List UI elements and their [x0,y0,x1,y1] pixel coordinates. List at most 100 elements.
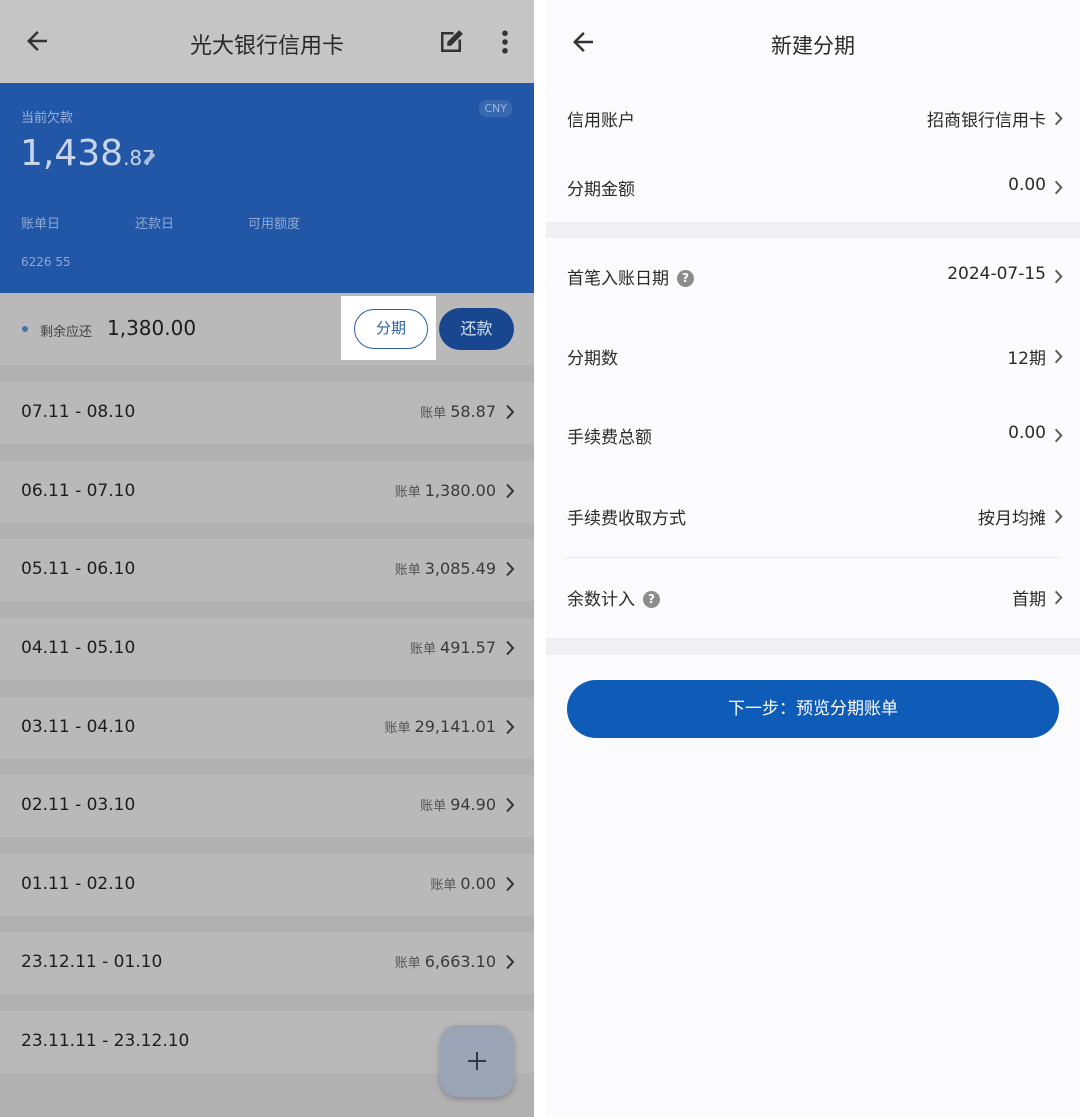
form-row[interactable]: 信用账户 招商银行信用卡 [546,84,1080,154]
bill-label: 账单 [420,406,447,421]
field-label: 分期数 [567,344,618,369]
bill-amount-value: 58.87 [450,402,496,421]
debt-label: 当前欠款 [21,111,74,126]
card-number: 6226 55 [21,255,71,269]
right-screen: 新建分期 信用账户 招商银行信用卡分期金额 0.00 首笔入账日期? 2024-07-1… [546,0,1080,1117]
form-row[interactable]: 首笔入账日期? 2024-07-15 [546,242,1080,312]
bill-label: 账单 [394,956,421,971]
chevron-right-icon [504,719,516,735]
bill-period: 02.11 - 03.10 [21,795,136,815]
bill-period: 03.11 - 04.10 [21,717,136,737]
field-label-text: 首笔入账日期 [567,269,669,289]
bill-period: 23.11.11 - 23.12.10 [21,1031,190,1051]
chevron-right-icon [504,404,516,420]
field-label-text: 手续费总额 [567,428,652,448]
bill-label: 账单 [410,642,437,657]
field-value: 首期 [1012,590,1046,610]
bill-day-label: 账单日 [21,217,61,232]
form-row[interactable]: 余数计入? 首期 [546,563,1080,633]
field-value: 0.00 [1008,175,1046,195]
field-label-text: 信用账户 [567,111,635,131]
chevron-right-icon [504,876,516,892]
field-value: 12期 [1007,349,1046,369]
field-value: 招商银行信用卡 [927,111,1046,131]
bill-label: 账单 [394,563,421,578]
bill-row[interactable]: 03.11 - 04.10 账单 29,141.01 [0,697,534,759]
left-screen: 光大银行信用卡 当前欠款 CNY 1,438.87 账单日 还款日 可用额度 6… [0,0,534,1117]
bill-amount: 账单 0.00 [430,874,496,893]
chevron-right-icon [504,561,516,577]
bill-amount: 账单 29,141.01 [385,717,496,736]
repay-button[interactable]: 还款 [439,308,514,350]
installment-button[interactable]: 分期 [354,309,428,349]
next-preview-button[interactable]: 下一步：预览分期账单 [567,680,1059,738]
bill-row[interactable]: 02.11 - 03.10 账单 94.90 [0,775,534,837]
bullet-dot [22,326,28,332]
form-row[interactable]: 分期数 12期 [546,322,1080,392]
top-app-bar: 光大银行信用卡 [0,0,534,83]
chevron-right-icon [504,483,516,499]
page-title: 新建分期 [771,34,855,58]
help-icon[interactable]: ? [677,270,694,287]
bill-amount-value: 29,141.01 [414,717,496,736]
field-label: 手续费总额 [567,423,652,448]
bill-amount: 账单 6,663.10 [395,952,496,971]
panel-divider [534,0,546,1117]
bill-amount: 账单 1,380.00 [395,481,496,500]
add-fab-button[interactable] [440,1025,514,1097]
field-label: 手续费收取方式 [567,504,686,529]
bill-period: 23.12.11 - 01.10 [21,952,163,972]
bill-row[interactable]: 06.11 - 07.10 账单 1,380.00 [0,461,534,523]
field-label: 余数计入? [567,585,660,610]
bill-amount-value: 3,085.49 [424,559,496,578]
row-divider [566,557,1060,558]
credit-limit-label: 可用额度 [248,217,301,232]
field-label-text: 分期金额 [567,180,635,200]
field-label-text: 分期数 [567,349,618,369]
chevron-right-icon [1053,590,1064,605]
field-label: 分期金额 [567,175,635,200]
bill-amount-value: 1,380.00 [424,481,496,500]
help-icon[interactable]: ? [643,591,660,608]
field-value: 0.00 [1008,423,1046,443]
field-label: 首笔入账日期? [567,264,694,289]
repay-day-label: 还款日 [135,217,175,232]
currency-badge: CNY [479,100,512,117]
chevron-right-icon [1053,349,1064,364]
bill-label: 账单 [394,485,421,500]
bill-amount-value: 0.00 [460,874,496,893]
form-row[interactable]: 分期金额 0.00 [546,153,1080,223]
field-value: 按月均摊 [978,509,1046,529]
bill-label: 账单 [420,799,447,814]
bill-row[interactable]: 23.12.11 - 01.10 账单 6,663.10 [0,932,534,994]
field-label-text: 余数计入 [567,590,635,610]
chevron-right-icon [1053,180,1064,195]
card-summary: 当前欠款 CNY 1,438.87 账单日 还款日 可用额度 6226 55 [0,83,534,293]
chevron-right-icon [504,954,516,970]
bill-amount-value: 6,663.10 [424,952,496,971]
form-row[interactable]: 手续费收取方式 按月均摊 [546,482,1080,552]
bill-amount-value: 94.90 [450,795,496,814]
chevron-right-icon [1053,509,1064,524]
bill-amount-value: 491.57 [440,638,496,657]
bill-period: 06.11 - 07.10 [21,481,136,501]
bill-row[interactable]: 07.11 - 08.10 账单 58.87 [0,382,534,444]
form-row[interactable]: 手续费总额 0.00 [546,401,1080,471]
bill-row[interactable]: 04.11 - 05.10 账单 491.57 [0,618,534,680]
bill-label: 账单 [430,878,457,893]
bill-period: 04.11 - 05.10 [21,638,136,658]
bill-period: 01.11 - 02.10 [21,874,136,894]
field-value: 2024-07-15 [947,264,1046,284]
chevron-right-icon [504,797,516,813]
field-label-text: 手续费收取方式 [567,509,686,529]
remaining-label: 剩余应还 [40,325,93,340]
bill-row[interactable]: 01.11 - 02.10 账单 0.00 [0,854,534,916]
pencil-icon[interactable] [142,148,160,166]
bill-amount: 账单 94.90 [420,795,496,814]
more-vert-icon[interactable] [494,27,516,57]
bill-row[interactable]: 05.11 - 06.10 账单 3,085.49 [0,539,534,601]
edit-icon[interactable] [436,27,466,57]
chevron-right-icon [1053,269,1064,284]
remaining-value: 1,380.00 [107,316,197,340]
bill-label: 账单 [384,721,411,736]
